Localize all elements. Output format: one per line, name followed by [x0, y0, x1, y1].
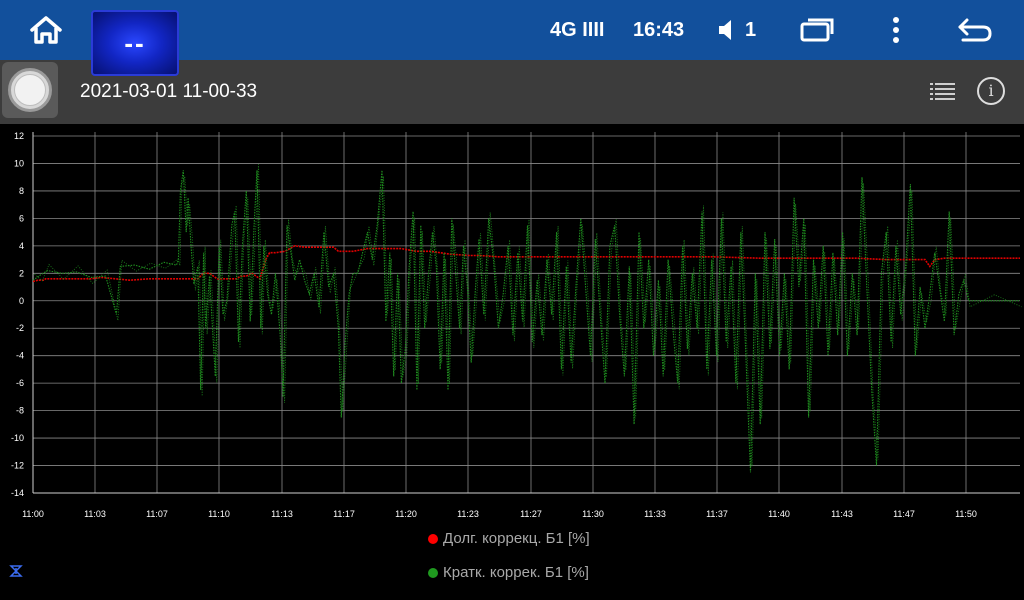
usb-debug-icon — [9, 564, 23, 578]
y-tick-label: -8 — [16, 406, 24, 416]
series-short-trim-line — [32, 170, 1020, 473]
x-tick-label: 11:30 — [582, 509, 604, 519]
y-tick-label: -14 — [11, 488, 24, 498]
x-tick-label: 11:43 — [831, 509, 853, 519]
legend-dot-green — [428, 567, 438, 578]
volume-icon[interactable] — [716, 0, 738, 60]
x-tick-label: 11:17 — [333, 509, 355, 519]
y-tick-label: 6 — [19, 213, 24, 223]
y-tick-label: 12 — [14, 131, 24, 141]
y-tick-label: 8 — [19, 186, 24, 196]
x-tick-label: 11:50 — [955, 509, 977, 519]
y-tick-label: -12 — [11, 461, 24, 471]
x-tick-label: 11:40 — [768, 509, 790, 519]
clock: 16:43 — [633, 19, 685, 41]
x-tick-label: 11:20 — [395, 509, 417, 519]
x-tick-label: 11:47 — [893, 509, 915, 519]
x-tick-label: 11:03 — [84, 509, 106, 519]
record-icon — [8, 68, 52, 112]
list-icon[interactable] — [928, 78, 958, 106]
info-icon[interactable]: i — [977, 77, 1005, 105]
legend-item-short-trim: Кратк. коррек. Б1 [%] — [428, 564, 589, 581]
chart-legend: Долг. коррекц. Б1 [%] Кратк. коррек. Б1 … — [0, 524, 1024, 600]
recent-apps-icon[interactable] — [798, 0, 836, 60]
x-tick-label: 11:07 — [146, 509, 168, 519]
x-tick-label: 11:00 — [22, 509, 44, 519]
y-tick-label: 4 — [19, 241, 24, 251]
home-icon[interactable] — [22, 0, 70, 60]
y-tick-label: -4 — [16, 351, 24, 361]
x-tick-label: 11:23 — [457, 509, 479, 519]
legend-item-long-trim: Долг. коррекц. Б1 [%] — [428, 530, 590, 547]
volume-level: 1 — [745, 19, 757, 41]
x-tick-label: 11:10 — [208, 509, 230, 519]
y-tick-label: -6 — [16, 378, 24, 388]
app-thumbnail-label: -- — [124, 27, 146, 58]
x-tick-label: 11:33 — [644, 509, 666, 519]
fuel-trim-chart: 12 10 8 6 4 2 0 -2 -4 -6 -8 -10 -12 -14 11:00 11:03 11:0… — [11, 131, 1022, 519]
x-tick-label: 11:27 — [520, 509, 542, 519]
y-tick-label: -10 — [11, 433, 24, 443]
y-tick-label: 10 — [14, 158, 24, 168]
y-tick-label: 2 — [19, 268, 24, 278]
y-tick-label: 0 — [19, 296, 24, 306]
back-icon[interactable] — [955, 0, 995, 60]
network-indicator: 4G IIII — [550, 19, 605, 41]
x-tick-label: 11:37 — [706, 509, 728, 519]
y-tick-label: -2 — [16, 323, 24, 333]
record-button[interactable] — [2, 62, 58, 118]
legend-label-short-trim: Кратк. коррек. Б1 [%] — [443, 564, 589, 581]
app-thumbnail[interactable]: -- — [91, 10, 179, 76]
series-short-trim-band — [34, 164, 1022, 467]
legend-label-long-trim: Долг. коррекц. Б1 [%] — [443, 530, 590, 547]
x-tick-label: 11:13 — [271, 509, 293, 519]
legend-dot-red — [428, 533, 438, 544]
more-menu-icon[interactable] — [884, 0, 908, 60]
chart-area: 12 10 8 6 4 2 0 -2 -4 -6 -8 -10 -12 -14 11:00 11:03 11:0… — [0, 124, 1024, 524]
